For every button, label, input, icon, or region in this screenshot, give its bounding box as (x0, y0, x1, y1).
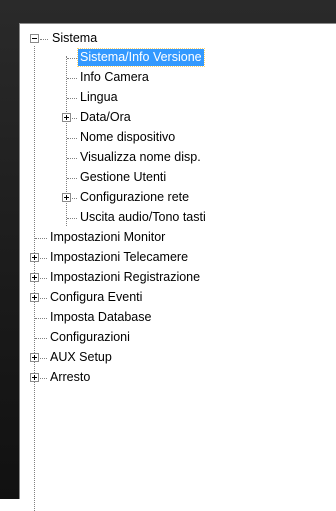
expand-icon[interactable] (30, 293, 39, 302)
tree-node-imposta-database[interactable]: Imposta Database (20, 308, 320, 328)
tree-node-sistema-info-versione[interactable]: Sistema/Info Versione (20, 48, 320, 68)
tree-node-label: Impostazioni Telecamere (50, 250, 189, 264)
tree-node-label: Lingua (80, 90, 118, 104)
settings-tree-panel: Sistema Sistema/Info Versione Info Camer… (19, 23, 336, 511)
tree-node-label: Gestione Utenti (80, 170, 167, 184)
tree-node-label: Impostazioni Registrazione (50, 270, 201, 284)
tree-node-gestione-utenti[interactable]: Gestione Utenti (20, 168, 320, 188)
tree-node-label: Info Camera (80, 70, 149, 84)
expand-icon[interactable] (30, 253, 39, 262)
expand-icon[interactable] (62, 113, 71, 122)
tree-node-aux-setup[interactable]: AUX Setup (20, 348, 320, 368)
tree-node-configura-eventi[interactable]: Configura Eventi (20, 288, 320, 308)
tree-node-lingua[interactable]: Lingua (20, 88, 320, 108)
tree-node-nome-dispositivo[interactable]: Nome dispositivo (20, 128, 320, 148)
tree-node-label: Arresto (50, 370, 91, 384)
tree-node-data-ora[interactable]: Data/Ora (20, 108, 320, 128)
tree-node-info-camera[interactable]: Info Camera (20, 68, 320, 88)
tree-node-label: Sistema (52, 31, 98, 45)
expand-icon[interactable] (30, 273, 39, 282)
tree-node-label: AUX Setup (50, 350, 112, 364)
tree-node-impostazioni-monitor[interactable]: Impostazioni Monitor (20, 228, 320, 248)
tree-node-visualizza-nome[interactable]: Visualizza nome disp. (20, 148, 320, 168)
tree-node-configurazioni[interactable]: Configurazioni (20, 328, 320, 348)
collapse-icon[interactable] (30, 34, 39, 43)
tree-node-label: Data/Ora (80, 110, 131, 124)
tree-node-label: Impostazioni Monitor (50, 230, 166, 244)
expand-icon[interactable] (30, 373, 39, 382)
tree-node-label: Imposta Database (50, 310, 152, 324)
tree-node-configurazione-rete[interactable]: Configurazione rete (20, 188, 320, 208)
expand-icon[interactable] (62, 193, 71, 202)
tree-node-uscita-audio[interactable]: Uscita audio/Tono tasti (20, 208, 320, 228)
tree-node-label: Configurazioni (50, 330, 130, 344)
tree-node-label: Sistema/Info Versione (77, 48, 205, 67)
tree-node-label: Configurazione rete (80, 190, 190, 204)
tree-node-label: Configura Eventi (50, 290, 143, 304)
tree-node-arresto[interactable]: Arresto (20, 368, 320, 388)
tree-node-label: Nome dispositivo (80, 130, 176, 144)
expand-icon[interactable] (30, 353, 39, 362)
tree-node-impostazioni-registrazione[interactable]: Impostazioni Registrazione (20, 268, 320, 288)
tree-node-label: Visualizza nome disp. (80, 150, 201, 164)
tree-node-sistema[interactable]: Sistema (20, 29, 320, 49)
tree-node-label: Uscita audio/Tono tasti (80, 210, 206, 224)
settings-tree: Sistema Sistema/Info Versione Info Camer… (20, 24, 336, 511)
tree-node-impostazioni-telecamere[interactable]: Impostazioni Telecamere (20, 248, 320, 268)
